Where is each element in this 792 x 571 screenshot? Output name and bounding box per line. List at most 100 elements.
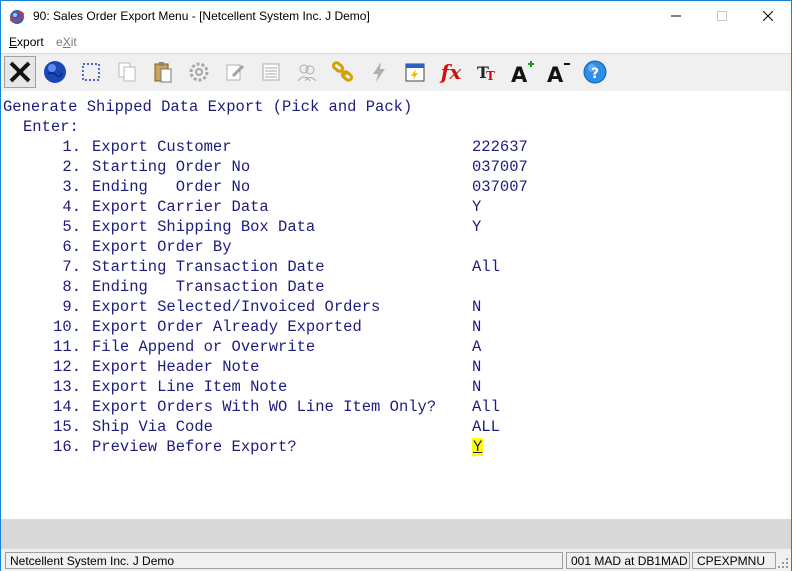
option-number: 15.: [53, 418, 81, 436]
option-label: Export Header Note: [92, 358, 260, 376]
copy-button[interactable]: [111, 56, 143, 88]
option-label: Export Shipping Box Data: [92, 218, 316, 236]
edit-icon: [226, 64, 245, 81]
enter-prompt: Enter:: [23, 118, 79, 136]
menu-exit[interactable]: eXit: [56, 35, 77, 49]
list-button[interactable]: [255, 56, 287, 88]
font-type-button[interactable]: TT: [471, 56, 503, 88]
calendar-icon: [405, 63, 425, 82]
svg-text:T: T: [486, 69, 495, 83]
option-number: 11.: [53, 338, 81, 356]
option-number: 6.: [62, 238, 81, 256]
lightning-button[interactable]: [363, 56, 395, 88]
font-smaller-button[interactable]: A: [543, 56, 575, 88]
work-area-footer: [1, 519, 791, 549]
option-label: Export Line Item Note: [92, 378, 288, 396]
resize-grip-icon[interactable]: [777, 557, 789, 569]
status-session: 001 MAD at DB1MAD: [566, 552, 690, 569]
option-value[interactable]: Y: [472, 437, 484, 457]
font-larger-icon: A: [511, 61, 534, 85]
option-number: 14.: [53, 398, 81, 416]
title-bar[interactable]: 90: Sales Order Export Menu - [Netcellen…: [1, 1, 791, 31]
status-company: Netcellent System Inc. J Demo: [5, 552, 563, 569]
link-icon: [331, 61, 354, 82]
edit-button[interactable]: [219, 56, 251, 88]
option-value[interactable]: All: [472, 397, 500, 417]
close-icon: [763, 11, 773, 21]
application-window: 90: Sales Order Export Menu - [Netcellen…: [0, 0, 792, 571]
option-value[interactable]: Y: [472, 197, 481, 217]
select-icon: [82, 63, 100, 81]
exit-button[interactable]: [4, 56, 36, 88]
option-value[interactable]: N: [472, 357, 481, 377]
status-program: CPEXPMNU: [692, 552, 776, 569]
list-icon: [262, 63, 280, 81]
option-label: Ending Order No: [92, 178, 251, 196]
close-button[interactable]: [745, 1, 791, 31]
settings-icon: [189, 62, 209, 82]
option-label: File Append or Overwrite: [92, 338, 316, 356]
calendar-button[interactable]: [399, 56, 431, 88]
help-icon: ?: [583, 60, 607, 84]
svg-text:A: A: [547, 63, 564, 85]
menu-bar: Export eXit: [1, 32, 791, 52]
font-larger-button[interactable]: A: [507, 56, 539, 88]
option-label: Starting Order No: [92, 158, 251, 176]
window-title: 90: Sales Order Export Menu - [Netcellen…: [33, 9, 370, 23]
option-number: 7.: [62, 258, 81, 276]
option-value[interactable]: A: [472, 337, 481, 357]
maximize-button[interactable]: [699, 1, 745, 31]
option-value[interactable]: Y: [472, 217, 481, 237]
link-button[interactable]: [327, 56, 359, 88]
svg-text:?: ?: [591, 66, 599, 82]
function-icon: fx: [440, 60, 462, 84]
select-button[interactable]: [75, 56, 107, 88]
users-button[interactable]: [291, 56, 323, 88]
menu-export[interactable]: Export: [9, 35, 44, 49]
option-number: 8.: [62, 278, 81, 296]
option-value[interactable]: All: [472, 257, 500, 277]
option-value[interactable]: N: [472, 377, 481, 397]
option-value[interactable]: 037007: [472, 177, 528, 197]
option-value[interactable]: ALL: [472, 417, 500, 437]
option-number: 2.: [62, 158, 81, 176]
option-number: 3.: [62, 178, 81, 196]
globe-button[interactable]: [39, 56, 71, 88]
option-label: Export Order By: [92, 238, 232, 256]
screen-heading: Generate Shipped Data Export (Pick and P…: [3, 98, 413, 116]
option-label: Preview Before Export?: [92, 438, 297, 456]
option-value[interactable]: 222637: [472, 137, 528, 157]
users-icon: [297, 64, 317, 82]
option-label: Export Customer: [92, 138, 232, 156]
option-number: 5.: [62, 218, 81, 236]
minimize-icon: [671, 15, 681, 17]
active-input-cursor[interactable]: Y: [472, 438, 484, 456]
terminal-screen: Generate Shipped Data Export (Pick and P…: [1, 91, 791, 519]
paste-button[interactable]: [147, 56, 179, 88]
option-number: 13.: [53, 378, 81, 396]
option-value[interactable]: N: [472, 317, 481, 337]
option-label: Ship Via Code: [92, 418, 213, 436]
help-button[interactable]: ?: [579, 56, 611, 88]
option-value[interactable]: N: [472, 297, 481, 317]
option-label: Export Order Already Exported: [92, 318, 362, 336]
status-bar: Netcellent System Inc. J Demo 001 MAD at…: [1, 549, 791, 571]
toolbar: fx TT A A ?: [1, 53, 791, 91]
option-label: Export Orders With WO Line Item Only?: [92, 398, 437, 416]
settings-button[interactable]: [183, 56, 215, 88]
function-button[interactable]: fx: [435, 56, 467, 88]
paste-icon: [154, 62, 172, 83]
font-smaller-icon: A: [547, 63, 570, 85]
option-label: Export Selected/Invoiced Orders: [92, 298, 381, 316]
font-type-icon: TT: [477, 63, 495, 83]
option-label: Starting Transaction Date: [92, 258, 325, 276]
svg-text:A: A: [511, 63, 528, 85]
minimize-button[interactable]: [653, 1, 699, 31]
option-number: 4.: [62, 198, 81, 216]
maximize-icon: [717, 11, 727, 21]
globe-icon: [44, 61, 66, 83]
option-number: 10.: [53, 318, 81, 336]
option-value[interactable]: 037007: [472, 157, 528, 177]
exit-icon: [9, 61, 31, 83]
copy-icon: [118, 62, 136, 82]
